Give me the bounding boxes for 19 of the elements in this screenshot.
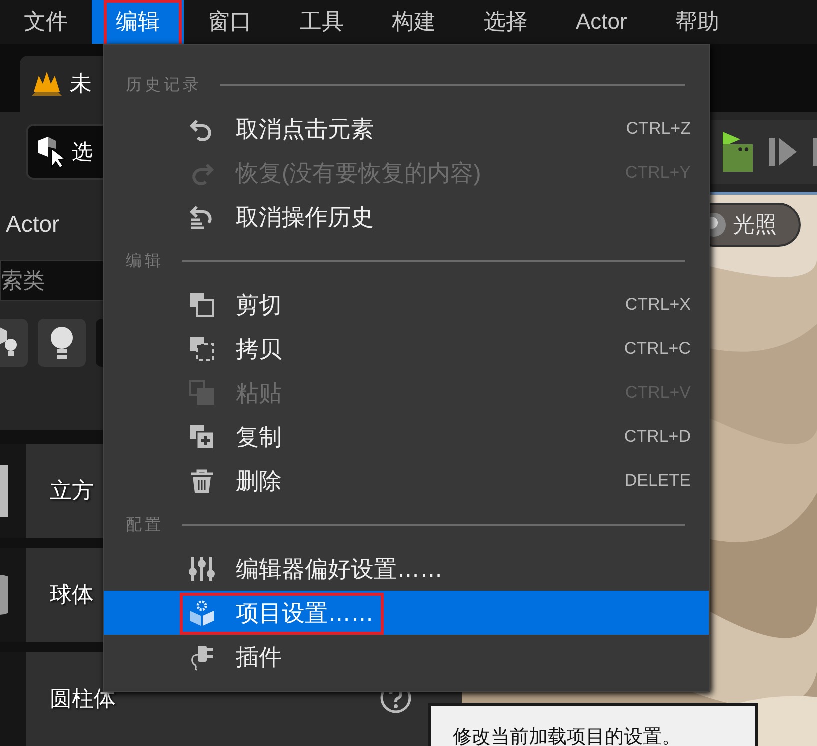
menu-item[interactable]: 工具: [276, 0, 368, 44]
section-header: 历史记录: [126, 76, 202, 96]
menu-entry[interactable]: 复制 CTRL+D: [104, 415, 709, 459]
menu-entry[interactable]: 编辑器偏好设置……: [104, 547, 709, 591]
menu-item[interactable]: 编辑: [92, 0, 184, 44]
menu-item[interactable]: 窗口: [184, 0, 276, 44]
tab-title: 未: [70, 70, 92, 98]
menu-entry[interactable]: 剪切 CTRL+X: [104, 283, 709, 327]
menu-entry[interactable]: 删除 DELETE: [104, 459, 709, 503]
section-header: 配置: [126, 516, 164, 536]
section-header: 编辑: [126, 252, 164, 272]
menu-entry[interactable]: 拷贝 CTRL+C: [104, 327, 709, 371]
menu-item[interactable]: 文件: [0, 0, 92, 44]
menu-item[interactable]: Actor: [552, 0, 652, 44]
menu-item[interactable]: 帮助: [651, 0, 744, 44]
menu-entry[interactable]: 项目设置……: [104, 591, 709, 635]
menu-item[interactable]: 构建: [368, 0, 460, 44]
menu-item[interactable]: 选择: [460, 0, 552, 44]
tooltip: 修改当前加载项目的设置。: [428, 703, 758, 746]
